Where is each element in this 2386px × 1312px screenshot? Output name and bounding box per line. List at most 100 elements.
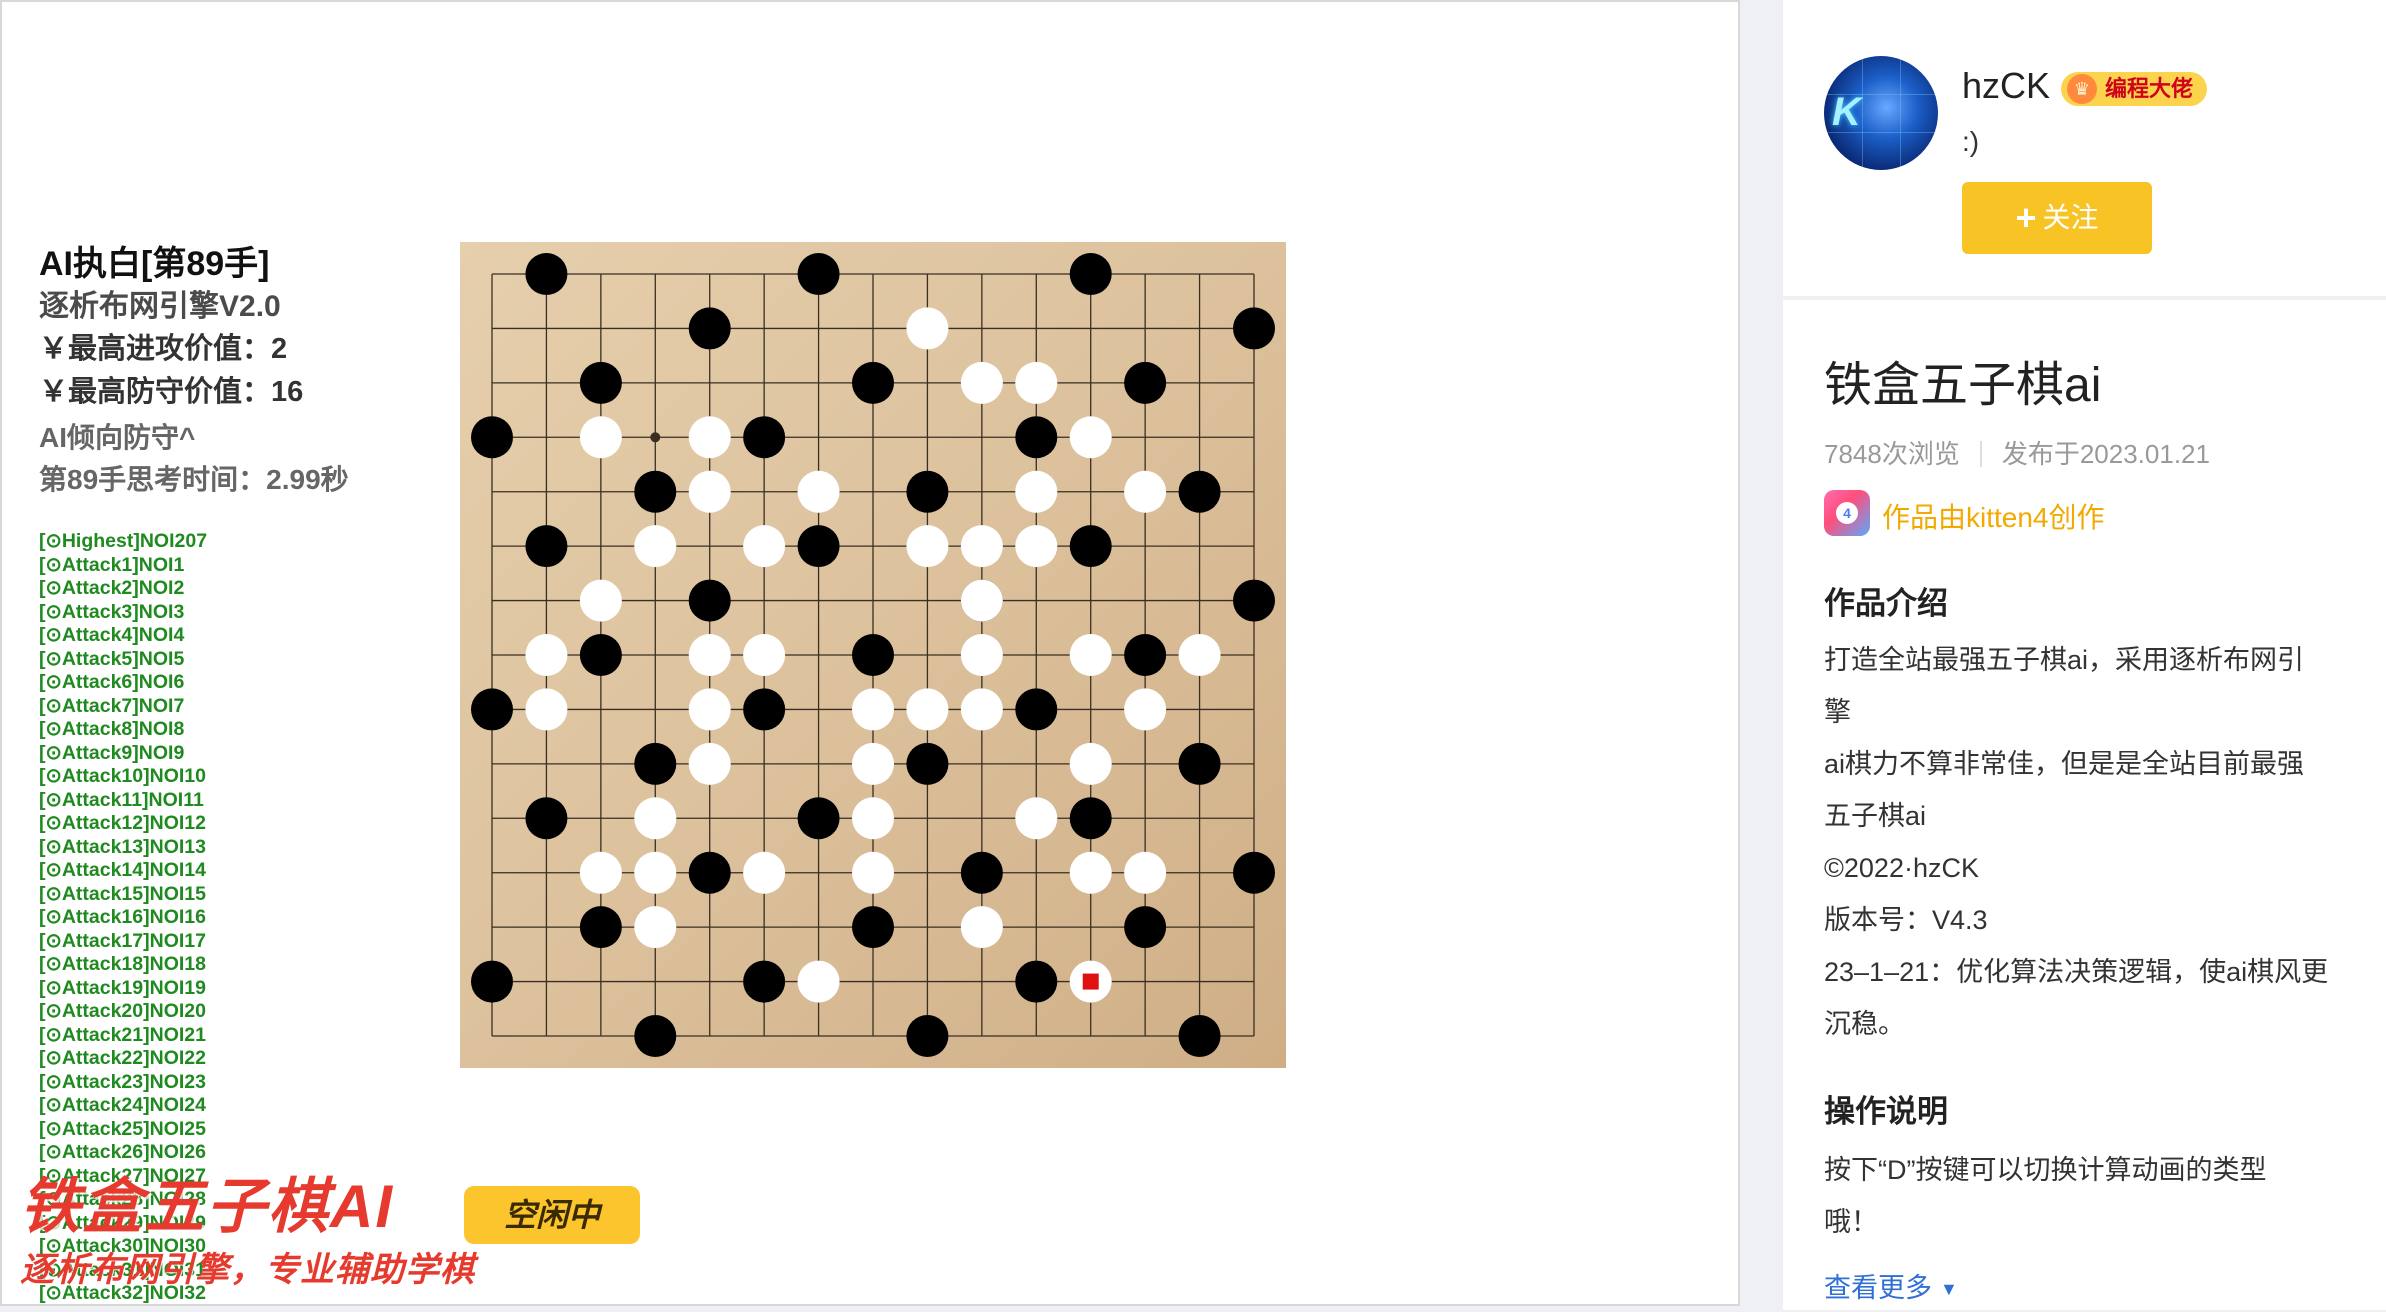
attack-list-item: [⊙Attack21]NOI21 xyxy=(39,1023,206,1046)
black-stone xyxy=(852,634,894,676)
intro-line: ai棋力不算非常佳，但是是全站目前最强 xyxy=(1824,749,2305,779)
brand-title: 铁盒五子棋AI xyxy=(20,1173,394,1240)
attack-list-item: [⊙Attack2]NOI2 xyxy=(39,577,185,599)
black-stone xyxy=(634,1015,677,1057)
made-with-label: 作品由kitten4创作 xyxy=(1882,502,2105,533)
attack-list-item: [⊙Attack4]NOI4 xyxy=(39,624,185,646)
attack-list-item: [⊙Attack22]NOI22 xyxy=(39,1047,206,1069)
view-count: 7848次浏览 xyxy=(1824,439,1960,469)
white-stone xyxy=(634,525,677,568)
white-stone xyxy=(852,742,894,785)
white-stone xyxy=(960,634,1003,676)
black-stone xyxy=(906,470,949,513)
black-stone xyxy=(1233,307,1275,350)
last-move-marker xyxy=(1082,973,1099,990)
ops-line: 按下“D”按键可以切换计算动画的类型 xyxy=(1824,1155,2267,1185)
white-stone xyxy=(906,688,949,731)
attack-list-item: [⊙Attack5]NOI5 xyxy=(39,647,185,670)
white-stone xyxy=(634,851,677,894)
white-stone xyxy=(688,742,731,785)
white-stone xyxy=(634,906,677,949)
white-stone xyxy=(1069,742,1112,785)
ai-info-panel: AI执白[第89手] 逐析布网引擎V2.0 ￥最高进攻价值：2 ￥最高防守价值：… xyxy=(39,242,459,500)
white-stone xyxy=(1069,634,1112,676)
game-stage[interactable]: AI执白[第89手] 逐析布网引擎V2.0 ￥最高进攻价值：2 ￥最高防守价值：… xyxy=(0,0,1740,1306)
black-stone xyxy=(471,416,513,459)
level-badge: ♛ 编程大佬 xyxy=(2061,72,2208,106)
white-stone xyxy=(906,307,949,350)
white-stone xyxy=(1124,851,1167,894)
white-stone xyxy=(960,688,1003,731)
black-stone xyxy=(1069,525,1112,568)
white-stone xyxy=(1124,688,1167,731)
white-stone xyxy=(960,525,1003,568)
black-stone xyxy=(1124,634,1167,676)
engine-name: 逐析布网引擎V2.0 xyxy=(39,290,281,323)
follow-button[interactable]: + 关注 xyxy=(1962,182,2152,254)
black-stone xyxy=(852,906,894,949)
avatar-letter: K xyxy=(1832,90,1861,134)
white-stone xyxy=(852,797,894,840)
black-stone xyxy=(797,525,840,568)
attack-list-item: [⊙Attack14]NOI14 xyxy=(39,859,206,881)
attack-list-item: [⊙Attack7]NOI7 xyxy=(39,694,185,717)
attack-list-item: [⊙Attack11]NOI11 xyxy=(39,788,204,811)
black-stone xyxy=(634,470,677,513)
white-stone xyxy=(1015,797,1058,840)
attack-list-item: [⊙Highest]NOI207 xyxy=(39,530,208,552)
intro-line: 五子棋ai xyxy=(1824,801,1927,831)
attack-list-item: [⊙Attack17]NOI17 xyxy=(39,929,206,952)
gomoku-board[interactable] xyxy=(460,242,1286,1068)
attack-list-item: [⊙Attack25]NOI25 xyxy=(39,1117,206,1140)
avatar[interactable]: K xyxy=(1824,56,1938,170)
white-stone xyxy=(1015,470,1058,513)
white-stone xyxy=(579,579,622,622)
attack-list-item: [⊙Attack6]NOI6 xyxy=(39,671,185,693)
black-stone xyxy=(471,688,513,731)
board-canvas[interactable] xyxy=(460,242,1286,1068)
ai-tendency: AI倾向防守^ xyxy=(39,422,196,453)
intro-line: 打造全站最强五子棋ai，采用逐析布网引 xyxy=(1824,645,2305,675)
attack-list-item: [⊙Attack12]NOI12 xyxy=(39,812,206,834)
white-stone xyxy=(579,416,622,459)
attack-list-item: [⊙Attack9]NOI9 xyxy=(39,741,185,764)
author-signature: :) xyxy=(1962,126,1980,157)
black-stone xyxy=(1178,742,1221,785)
white-stone xyxy=(1015,361,1058,404)
white-stone xyxy=(1124,470,1167,513)
kitten4-icon: 4 xyxy=(1824,490,1870,536)
black-stone xyxy=(1233,579,1275,622)
black-stone xyxy=(525,253,568,295)
attack-list-item: [⊙Attack24]NOI24 xyxy=(39,1094,206,1116)
white-stone xyxy=(688,634,731,676)
intro-line: 版本号：V4.3 xyxy=(1824,905,1988,935)
black-stone xyxy=(743,688,786,731)
ops-body: 按下“D”按键可以切换计算动画的类型 哦！ xyxy=(1824,1144,2354,1248)
intro-line: 擎 xyxy=(1824,697,1851,727)
black-stone xyxy=(579,361,622,404)
author-name[interactable]: hzCK xyxy=(1962,64,2050,108)
attack-list-item: [⊙Attack8]NOI8 xyxy=(39,718,185,740)
white-stone xyxy=(743,634,786,676)
work-detail-card: 铁盒五子棋ai 7848次浏览 发布于2023.01.21 4 作品由kitten… xyxy=(1783,300,2386,1310)
black-stone xyxy=(688,851,731,894)
white-stone xyxy=(960,361,1003,404)
white-stone xyxy=(688,470,731,513)
white-stone xyxy=(1015,525,1058,568)
white-stone xyxy=(688,416,731,459)
ops-line: 哦！ xyxy=(1824,1207,1878,1237)
black-stone xyxy=(1069,253,1112,295)
meta-divider xyxy=(1979,441,1982,467)
crown-icon: ♛ xyxy=(2067,74,2097,104)
white-stone xyxy=(688,688,731,731)
attack-value: ￥最高进攻价值：2 xyxy=(39,333,288,365)
intro-line: 23–1–21：优化算法决策逻辑，使ai棋风更 xyxy=(1824,957,2329,987)
intro-title: 作品介绍 xyxy=(1824,586,1948,621)
black-stone xyxy=(1178,1015,1221,1057)
author-card: K hzCK ♛ 编程大佬 :) + 关注 xyxy=(1783,0,2386,296)
see-more-link[interactable]: 查看更多 ▼ xyxy=(1824,1266,1958,1305)
publish-date: 发布于2023.01.21 xyxy=(2001,439,2210,469)
white-stone xyxy=(1069,416,1112,459)
black-stone xyxy=(743,960,786,1003)
white-stone xyxy=(797,960,840,1003)
